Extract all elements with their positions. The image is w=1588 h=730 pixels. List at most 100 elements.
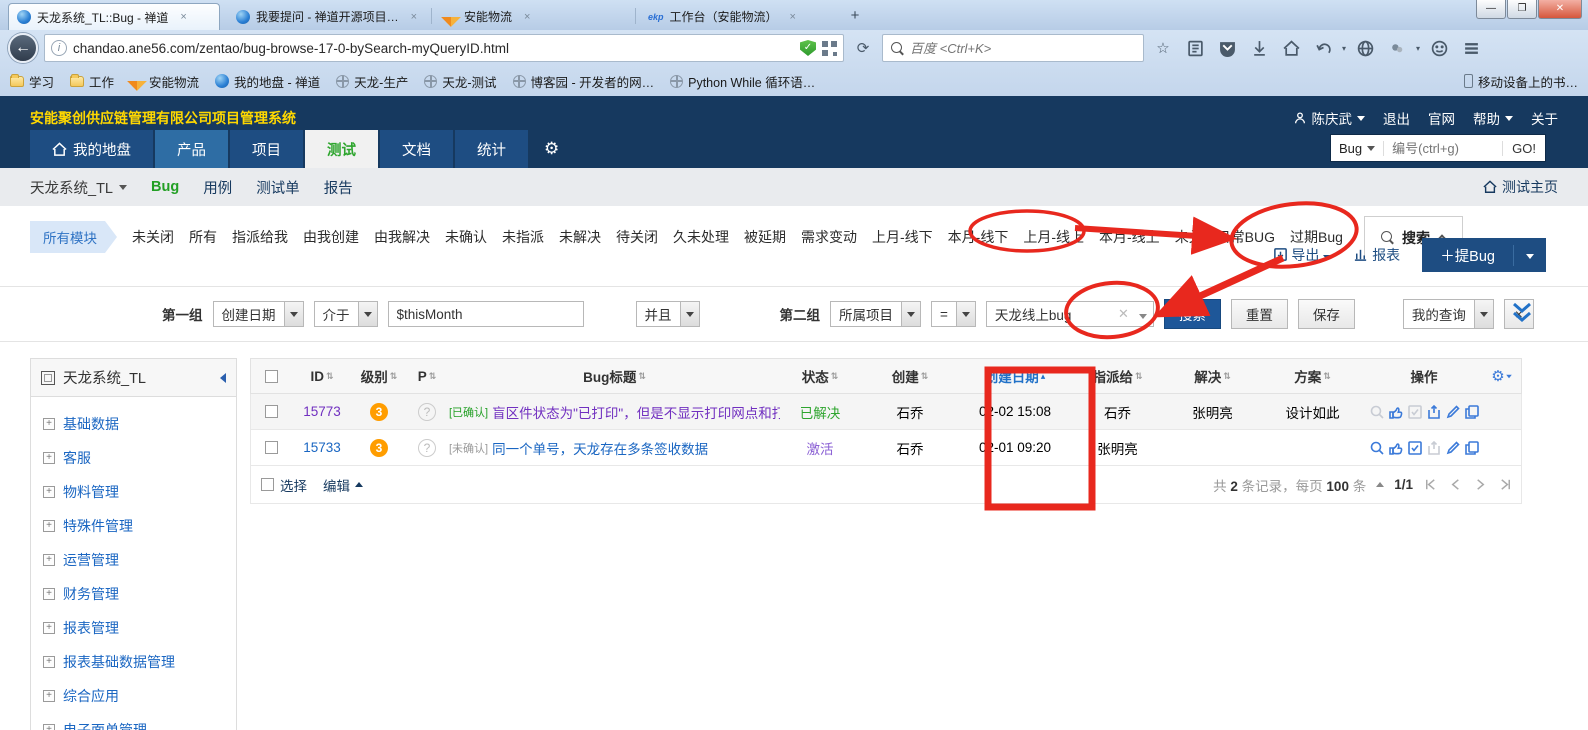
expand-icon[interactable]: + [43,690,55,702]
copy-icon[interactable] [1464,440,1480,456]
filter-assigned-me[interactable]: 指派给我 [232,227,288,247]
view-icon[interactable] [1369,440,1385,456]
bookmark-star-icon[interactable]: ☆ [1150,35,1176,61]
module-item[interactable]: + 基础数据 [31,407,236,441]
module-link[interactable]: 财务管理 [63,584,119,604]
url-bar[interactable]: i ✓ [44,34,844,62]
undo-caret-icon[interactable]: ▾ [1342,44,1346,53]
collapse-form-button[interactable] [1511,301,1533,328]
my-query-select[interactable]: 我的查询 [1402,299,1494,329]
bookmark-zentao[interactable]: 我的地盘 - 禅道 [215,72,320,91]
dropdown-button[interactable] [955,302,975,326]
row-checkbox[interactable] [264,441,278,454]
filter-resolved-me[interactable]: 由我解决 [374,227,430,247]
expand-icon[interactable]: + [43,452,55,464]
col-assigned[interactable]: 指派给 ⇅ [1070,366,1165,386]
bookmark-ane[interactable]: 安能物流 [127,71,199,91]
filter-lastmonth-offline[interactable]: 上月-线下 [872,227,933,247]
filter-unresolved[interactable]: 未解决 [559,227,601,247]
help-menu[interactable]: 帮助 [1473,108,1513,128]
module-link[interactable]: 特殊件管理 [63,516,133,536]
feedback-smiley-icon[interactable] [1426,35,1452,61]
menu-hamburger-icon[interactable] [1458,35,1484,61]
close-button[interactable]: ✕ [1538,0,1582,19]
prev-page-icon[interactable] [1448,477,1463,492]
nav-my-dashboard[interactable]: 我的地盘 [30,130,153,168]
module-item[interactable]: + 特殊件管理 [31,509,236,543]
module-item[interactable]: + 客服 [31,441,236,475]
row-checkbox[interactable] [264,405,278,418]
browser-tab-ane[interactable]: 安能物流 × [436,3,632,30]
tab-close-icon[interactable]: × [524,11,530,23]
module-link[interactable]: 报表基础数据管理 [63,652,175,672]
first-page-icon[interactable] [1423,477,1438,492]
expand-icon[interactable]: + [43,622,55,634]
create-bug-main[interactable]: ＋提Bug [1422,244,1514,266]
value1-input[interactable] [387,301,584,327]
field2-select[interactable]: 所属项目 [830,301,921,327]
browser-search-input[interactable] [910,40,1135,56]
bookmark-tianlong-test[interactable]: 天龙-测试 [424,72,497,91]
expand-icon[interactable]: + [43,656,55,668]
about-link[interactable]: 关于 [1531,108,1558,128]
dropdown-button[interactable] [357,302,377,326]
clear-icon[interactable]: ✕ [1114,306,1133,322]
browser-tab-workbench[interactable]: ekp 工作台（安能物流） × [640,3,836,30]
quick-go-input[interactable] [1384,140,1503,156]
bookmark-mobile[interactable]: 移动设备上的书… [1463,72,1578,91]
downloads-icon[interactable] [1246,35,1272,61]
tab-close-icon[interactable]: × [180,11,186,23]
col-resolver[interactable]: 解决 ⇅ [1165,366,1260,386]
bug-title-link[interactable]: 同一个单号，天龙存在多条签收数据 [492,438,708,458]
bookmarks-panel-icon[interactable] [1182,35,1208,61]
module-item[interactable]: + 运营管理 [31,543,236,577]
close-bug-icon[interactable] [1426,404,1442,420]
bookmark-folder-study[interactable]: 学习 [10,72,54,91]
copy-icon[interactable] [1464,404,1480,420]
page-info-icon[interactable]: i [51,40,67,56]
op1-select[interactable]: 介于 [313,301,378,327]
batch-edit-button[interactable]: 编辑 [323,475,363,495]
expand-icon[interactable]: + [43,724,55,730]
resolve-check-icon[interactable] [1407,404,1423,420]
col-status[interactable]: 状态 ⇅ [780,366,860,386]
search-button[interactable]: 搜索 [1163,299,1221,329]
reload-icon[interactable]: ⟳ [850,35,876,61]
module-tag[interactable]: 所有模块 [30,221,117,253]
module-item[interactable]: + 电子面单管理 [31,713,236,730]
back-button[interactable]: ← [8,33,38,63]
select-all-checkbox[interactable] [264,369,278,383]
dropdown-button[interactable] [1473,300,1493,328]
expand-icon[interactable]: + [43,554,55,566]
edit-pencil-icon[interactable] [1445,404,1461,420]
bug-title-link[interactable]: 盲区件状态为"已打印"，但是不显示打印网点和打印时间 [492,402,780,422]
dropdown-button[interactable] [679,302,699,326]
field1-select[interactable]: 创建日期 [212,301,304,327]
col-severity[interactable]: 级别 ⇅ [353,366,405,386]
module-item[interactable]: + 财务管理 [31,577,236,611]
filter-thismonth-online[interactable]: 本月-线上 [1099,227,1160,247]
module-link[interactable]: 运营管理 [63,550,119,570]
module-link[interactable]: 物料管理 [63,482,119,502]
restore-button[interactable]: ❐ [1507,0,1537,19]
col-pri[interactable]: P ⇅ [405,369,449,384]
close-bug-icon[interactable] [1426,440,1442,456]
official-site-link[interactable]: 官网 [1428,108,1455,128]
module-link[interactable]: 电子面单管理 [63,720,147,730]
filter-unconfirmed[interactable]: 未确认 [445,227,487,247]
module-item[interactable]: + 报表基础数据管理 [31,645,236,679]
adblock-shield-icon[interactable]: ✓ [800,40,816,56]
last-page-icon[interactable] [1498,477,1513,492]
edit-pencil-icon[interactable] [1445,440,1461,456]
filter-lastmonth-online[interactable]: 上月-线上 [1023,227,1084,247]
new-tab-button[interactable]: + [843,8,867,26]
module-link[interactable]: 报表管理 [63,618,119,638]
browser-tab-zentao-bug[interactable]: 天龙系统_TL::Bug - 禅道 × [8,3,220,30]
filter-longtime[interactable]: 久未处理 [673,227,729,247]
filter-daily-bug[interactable]: 未关闭日常BUG [1175,227,1275,247]
home-icon[interactable] [1278,35,1304,61]
module-item[interactable]: + 报表管理 [31,611,236,645]
nav-stat[interactable]: 统计 [455,130,528,168]
dropdown-button[interactable] [901,302,920,326]
nav-product[interactable]: 产品 [155,130,228,168]
